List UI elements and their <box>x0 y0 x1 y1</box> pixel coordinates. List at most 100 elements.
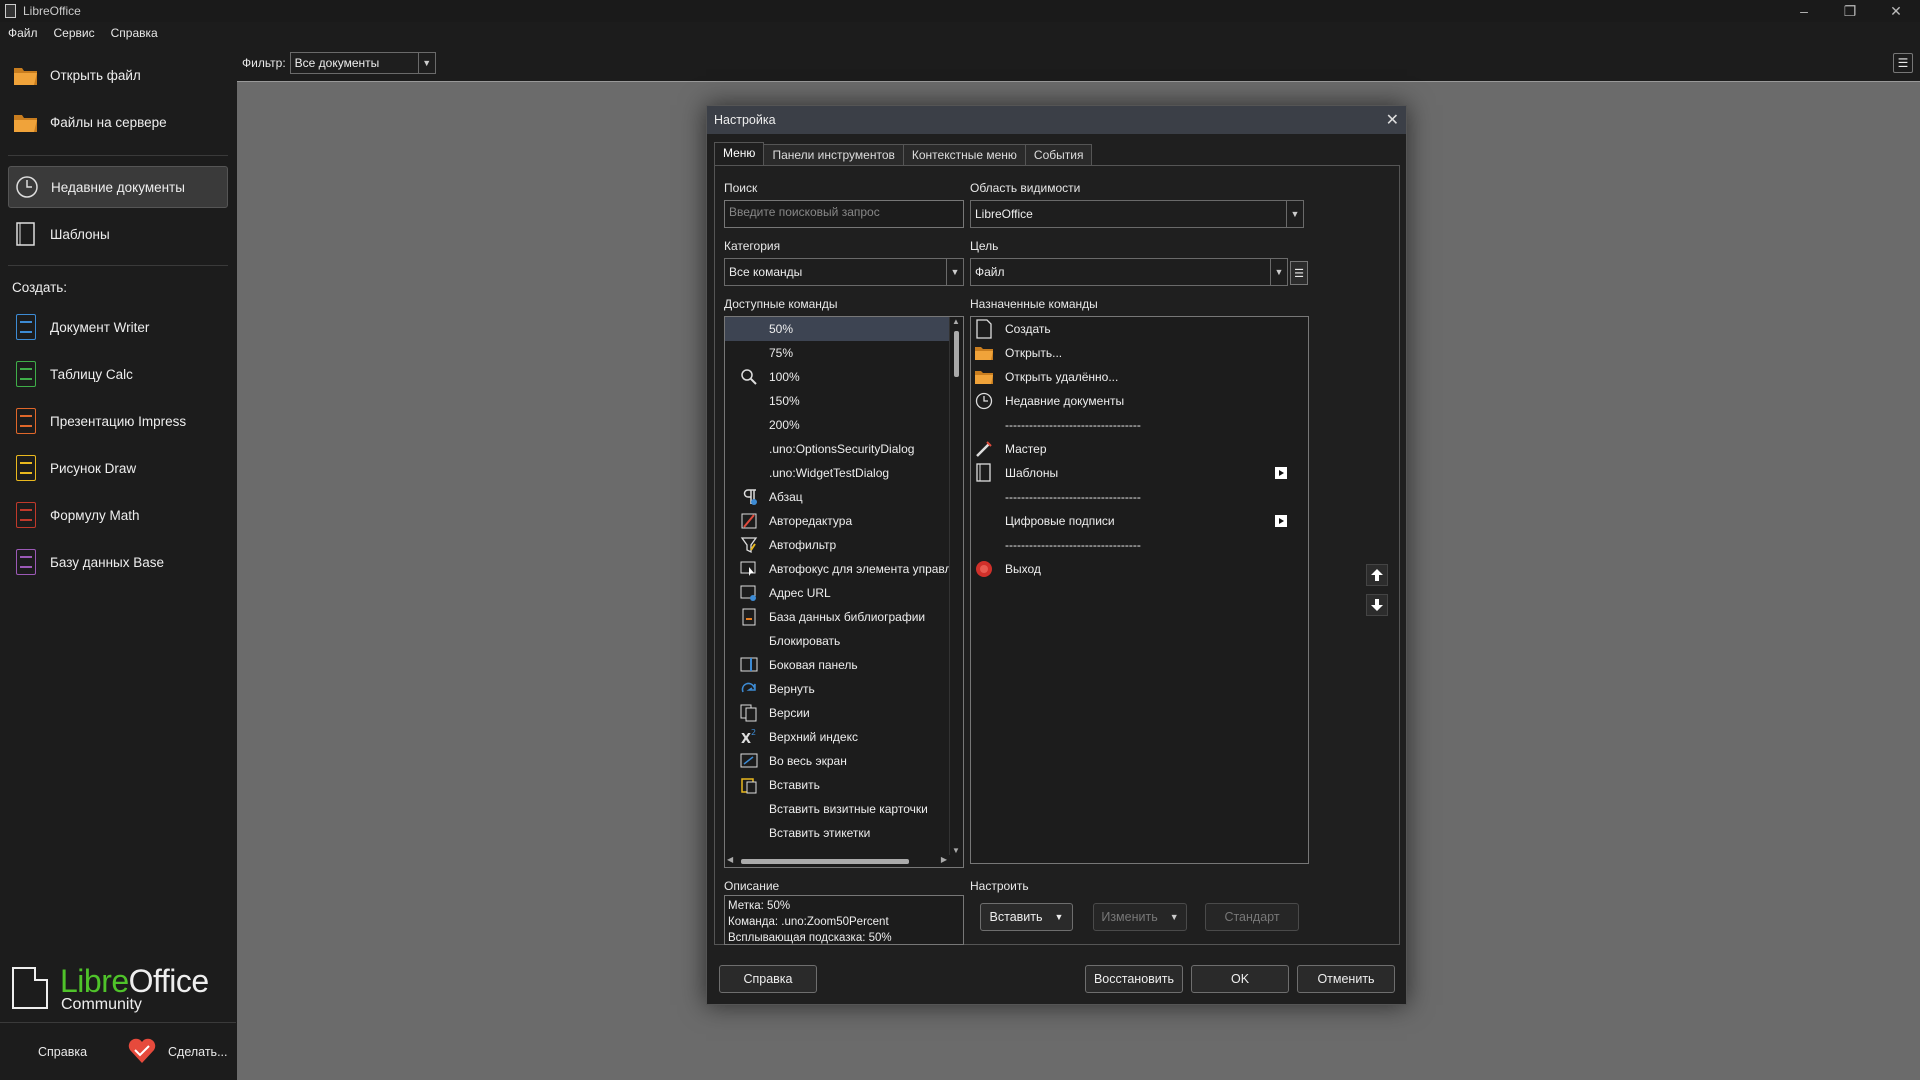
close-dialog-icon[interactable]: ✕ <box>1386 110 1399 130</box>
move-up-button[interactable] <box>1366 564 1388 586</box>
paste-icon <box>739 775 759 795</box>
available-command-item[interactable]: Боковая панель <box>725 653 949 677</box>
menu-tools[interactable]: Сервис <box>46 24 103 44</box>
available-command-item[interactable]: Вставить этикетки <box>725 821 949 845</box>
filter-combobox[interactable]: Все документы ▼ <box>289 52 436 74</box>
assigned-command-item[interactable]: Открыть удалённо... <box>971 365 1308 389</box>
assigned-command-item[interactable]: Цифровые подписи <box>971 509 1308 533</box>
templates-button[interactable]: Шаблоны <box>8 213 228 255</box>
create-calc-button[interactable]: Таблицу Calc <box>8 353 228 395</box>
available-command-item[interactable]: Автоpедактура <box>725 509 949 533</box>
assigned-command-item[interactable]: Недавние документы <box>971 389 1308 413</box>
libreoffice-app-icon <box>5 4 16 18</box>
search-label: Поиск <box>724 181 758 195</box>
reset-button[interactable]: Восстановить <box>1085 965 1183 993</box>
assigned-commands-list[interactable]: Создать Открыть... Открыть удалённо... Неда… <box>970 316 1309 864</box>
cancel-button[interactable]: Отменить <box>1297 965 1395 993</box>
available-command-item[interactable]: База данных библиографии <box>725 605 949 629</box>
move-down-button[interactable] <box>1366 594 1388 616</box>
available-command-item[interactable]: 100% <box>725 365 949 389</box>
available-command-item[interactable]: Автофильтр <box>725 533 949 557</box>
help-button[interactable]: Справка <box>719 965 817 993</box>
autocorrect-icon <box>739 511 759 531</box>
available-command-item[interactable]: Во весь экран <box>725 749 949 773</box>
tab-menus[interactable]: Меню <box>714 142 765 166</box>
create-writer-button[interactable]: Документ Writer <box>8 306 228 348</box>
assigned-command-item[interactable]: Мастер <box>971 437 1308 461</box>
help-link[interactable]: Справка <box>38 1045 87 1059</box>
menu-separator[interactable]: ---------------------------------- <box>971 533 1308 557</box>
available-command-item[interactable]: .uno:OptionsSecurityDialog <box>725 437 949 461</box>
chevron-down-icon: ▼ <box>946 259 963 285</box>
start-center-sidebar: Открыть файл Файлы на сервере Недавние д… <box>0 50 236 1080</box>
assigned-command-item[interactable]: Шаблоны <box>971 461 1308 485</box>
available-command-item[interactable]: .uno:WidgetTestDialog <box>725 461 949 485</box>
donate-heart-icon[interactable] <box>127 1036 157 1066</box>
folder-icon <box>12 61 40 89</box>
tab-context-menus[interactable]: Контекстные меню <box>902 144 1026 166</box>
available-command-item[interactable]: 75% <box>725 341 949 365</box>
default-button[interactable]: Стандарт <box>1205 903 1299 931</box>
create-impress-button[interactable]: Презентацию Impress <box>8 400 228 442</box>
assigned-command-item[interactable]: Выход <box>971 557 1308 581</box>
hamburger-icon: ☰ <box>1294 267 1304 280</box>
close-window-button[interactable]: ✕ <box>1873 0 1919 22</box>
description-label: Описание <box>724 879 780 893</box>
description-box: Метка: 50% Команда: .uno:Zoom50Percent В… <box>724 895 964 945</box>
logo-mark-icon <box>12 967 48 1009</box>
available-command-item[interactable]: Вставить <box>725 773 949 797</box>
available-command-item[interactable]: 150% <box>725 389 949 413</box>
restore-button[interactable]: ❐ <box>1827 0 1873 22</box>
tab-toolbars[interactable]: Панели инструментов <box>763 144 904 166</box>
clock-icon <box>974 391 994 411</box>
menu-separator[interactable]: ---------------------------------- <box>971 485 1308 509</box>
available-commands-list[interactable]: 50% 75% 100% 150% 200% .uno:OptionsSecurityDi… <box>724 316 964 868</box>
modify-menu-button[interactable]: Изменить ▼ <box>1093 903 1187 931</box>
recent-documents-button[interactable]: Недавние документы <box>8 166 228 208</box>
search-input[interactable]: Введите поисковый запрос <box>724 200 964 228</box>
submenu-arrow-icon <box>1275 515 1287 527</box>
available-command-item[interactable]: Адрес URL <box>725 581 949 605</box>
dialog-tabs: Меню Панели инструментов Контекстные мен… <box>714 142 1093 166</box>
available-command-item[interactable]: Вернуть <box>725 677 949 701</box>
available-command-item[interactable]: 50% <box>725 317 949 341</box>
svg-text:X: X <box>741 732 751 746</box>
create-math-button[interactable]: Формулу Math <box>8 494 228 536</box>
available-command-item[interactable]: Вставить визитные карточки <box>725 797 949 821</box>
hamburger-menu-icon[interactable]: ☰ <box>1893 53 1913 73</box>
category-label: Категория <box>724 239 781 253</box>
minimize-button[interactable]: – <box>1781 0 1827 22</box>
sidebar-footer: Справка Сделать... <box>0 1022 236 1080</box>
scope-combobox[interactable]: LibreOffice ▼ <box>970 200 1304 228</box>
menu-help[interactable]: Справка <box>103 24 166 44</box>
insert-menu-button[interactable]: Вставить ▼ <box>980 903 1073 931</box>
target-combobox[interactable]: Файл ▼ <box>970 258 1288 286</box>
ok-button[interactable]: OK <box>1191 965 1289 993</box>
remote-files-button[interactable]: Файлы на сервере <box>8 101 228 143</box>
assigned-command-item[interactable]: Создать <box>971 317 1308 341</box>
available-command-item[interactable]: Автофокус для элемента управл <box>725 557 952 581</box>
available-command-item[interactable]: Версии <box>725 701 949 725</box>
calc-icon <box>12 360 40 388</box>
menu-separator[interactable]: ---------------------------------- <box>971 413 1308 437</box>
available-command-item[interactable]: Абзац <box>725 485 949 509</box>
vertical-scrollbar[interactable]: ▲ ▼ <box>949 317 963 855</box>
arrow-down-icon <box>1371 599 1383 611</box>
folder-icon <box>974 343 994 363</box>
create-base-button[interactable]: Базу данных Base <box>8 541 228 583</box>
assigned-command-item[interactable]: Открыть... <box>971 341 1308 365</box>
menu-file[interactable]: Файл <box>0 24 46 44</box>
open-file-button[interactable]: Открыть файл <box>8 54 228 96</box>
create-draw-button[interactable]: Рисунок Draw <box>8 447 228 489</box>
available-command-item[interactable]: Блокировать <box>725 629 949 653</box>
donate-link[interactable]: Сделать... <box>168 1045 228 1059</box>
category-combobox[interactable]: Все команды ▼ <box>724 258 964 286</box>
horizontal-scrollbar[interactable]: ◀ ▶ <box>725 855 949 867</box>
superscript-icon: X2 <box>739 727 759 747</box>
tab-events[interactable]: События <box>1024 144 1093 166</box>
available-command-item[interactable]: 200% <box>725 413 949 437</box>
sidebar-divider <box>8 265 228 266</box>
target-menu-button[interactable]: ☰ <box>1290 261 1308 285</box>
zoom-icon <box>739 367 759 387</box>
available-command-item[interactable]: X 2 Верхний индекс <box>725 725 949 749</box>
